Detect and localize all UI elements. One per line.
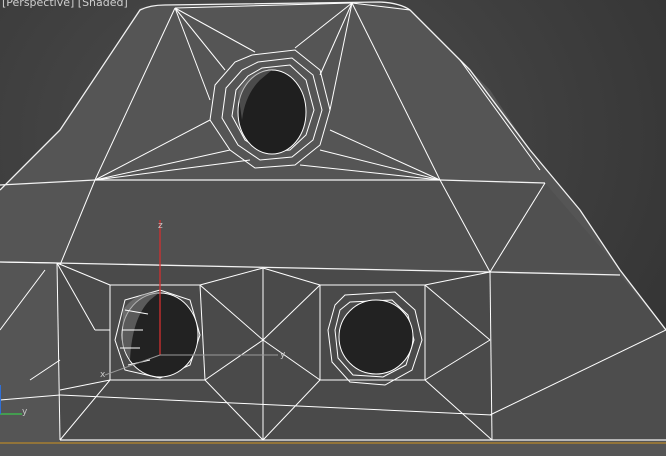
gizmo-x-label: x (100, 370, 106, 380)
gizmo-z-label: z (158, 221, 163, 231)
world-y-label: y (22, 407, 28, 417)
upper-panel (60, 180, 620, 270)
3d-viewport[interactable]: z x y y [Perspective] [Shaded] (0, 0, 666, 456)
mesh-wireframe[interactable]: z x y y (0, 0, 666, 456)
viewport-label[interactable]: [Perspective] [Shaded] (2, 0, 128, 9)
lower-panel (57, 263, 492, 440)
gizmo-y-label: y (280, 350, 286, 360)
